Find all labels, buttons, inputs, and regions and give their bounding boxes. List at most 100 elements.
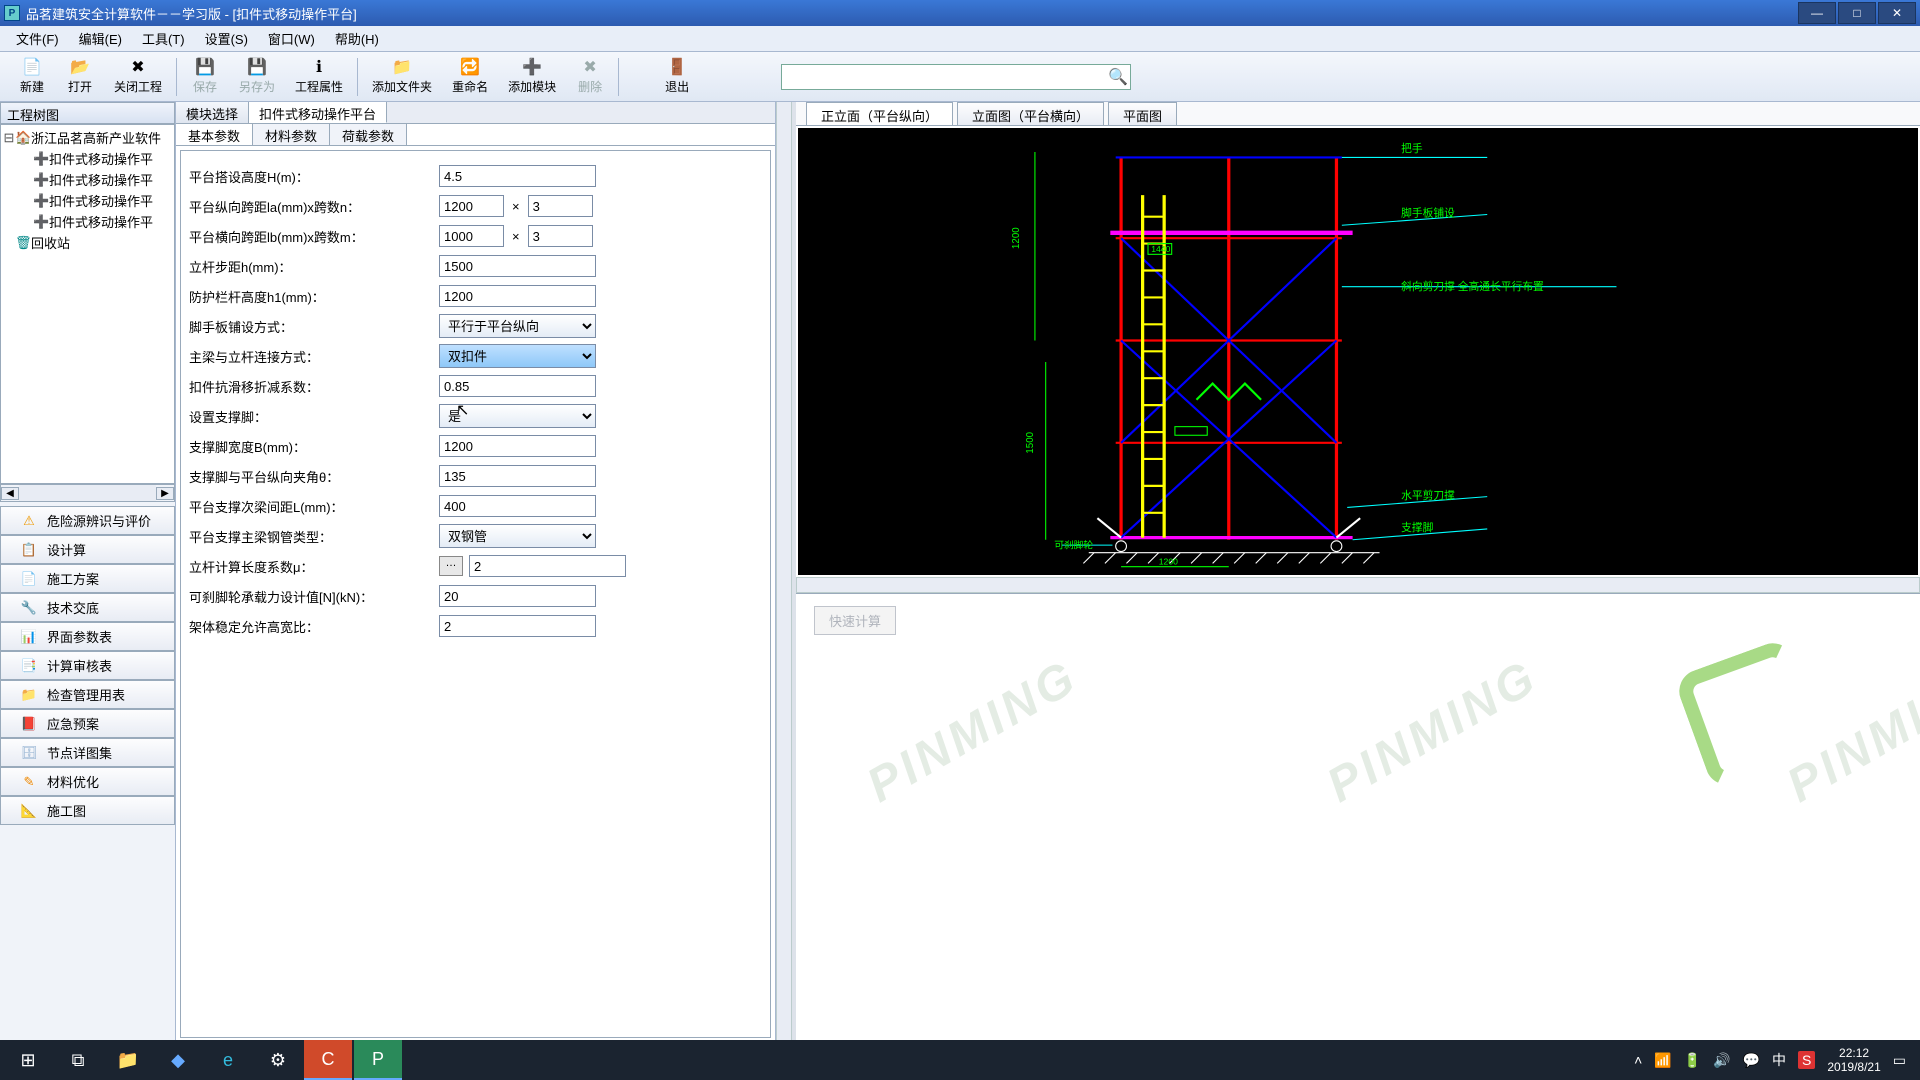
tool-addmod[interactable]: ➕添加模块 [498, 56, 566, 97]
scroll-right-icon[interactable]: ▶ [156, 487, 174, 500]
svg-text:支撑脚: 支撑脚 [1401, 521, 1434, 534]
tab-0[interactable]: 模块选择 [176, 102, 249, 123]
app1-button[interactable]: ◆ [154, 1040, 202, 1080]
select-main-type[interactable]: 双钢管 [439, 524, 596, 548]
tray-notification-icon[interactable]: ▭ [1893, 1052, 1906, 1069]
tool-new[interactable]: 📄新建 [8, 56, 56, 97]
side-应急预案[interactable]: 📕应急预案 [0, 709, 175, 738]
input-span-trans-a[interactable] [439, 225, 504, 247]
open-icon: 📂 [69, 58, 91, 76]
tray-ime-icon[interactable]: 中 [1772, 1050, 1786, 1070]
search-icon[interactable]: 🔍 [1108, 67, 1126, 87]
subtab-1[interactable]: 材料参数 [253, 124, 330, 145]
subtab-0[interactable]: 基本参数 [176, 124, 253, 145]
tool-close[interactable]: ✖关闭工程 [104, 56, 172, 97]
side-计算审核表[interactable]: 📑计算审核表 [0, 651, 175, 680]
side-节点详图集[interactable]: 🗄节点详图集 [0, 738, 175, 767]
settings-button[interactable]: ⚙ [254, 1040, 302, 1080]
input-ratio[interactable] [439, 615, 596, 637]
maximize-button[interactable]: □ [1838, 2, 1876, 24]
tab-1[interactable]: 扣件式移动操作平台 [249, 102, 387, 123]
menu-edit[interactable]: 编辑(E) [69, 26, 132, 51]
side-技术交底[interactable]: 🔧技术交底 [0, 593, 175, 622]
tree-item[interactable]: ➕扣件式移动操作平 [3, 211, 172, 232]
scroll-track[interactable] [19, 485, 156, 501]
pinming-button[interactable]: P [354, 1040, 402, 1080]
label-step: 立杆步距h(mm)： [189, 257, 439, 276]
mu-more-button[interactable]: … [439, 556, 463, 576]
subtab-2[interactable]: 荷载参数 [330, 124, 407, 145]
project-tree[interactable]: ⊟🏠浙江品茗高新产业软件➕扣件式移动操作平➕扣件式移动操作平➕扣件式移动操作平➕… [0, 124, 175, 484]
minimize-button[interactable]: ― [1798, 2, 1836, 24]
tool-open[interactable]: 📂打开 [56, 56, 104, 97]
svg-text:斜向剪刀撑 全高通长平行布置: 斜向剪刀撑 全高通长平行布置 [1401, 280, 1544, 293]
quick-calc-button[interactable]: 快速计算 [814, 606, 896, 635]
input-slip[interactable] [439, 375, 596, 397]
select-board[interactable]: 平行于平台纵向 [439, 314, 596, 338]
saveas-icon: 💾 [246, 58, 268, 76]
start-button[interactable]: ⊞ [4, 1040, 52, 1080]
viewtab-2[interactable]: 平面图 [1108, 102, 1177, 125]
tree-item[interactable]: ➕扣件式移动操作平 [3, 169, 172, 190]
tool-rename[interactable]: 🔁重命名 [442, 56, 498, 97]
side-材料优化[interactable]: ✎材料优化 [0, 767, 175, 796]
input-rail[interactable] [439, 285, 596, 307]
param-form: 平台搭设高度H(m)： 平台纵向跨距la(mm)x跨数n： × 平台横向跨距lb… [180, 150, 771, 1038]
tray-volume-icon[interactable]: 🔊 [1713, 1052, 1730, 1069]
select-beam[interactable]: 双扣件 [439, 344, 596, 368]
menu-file[interactable]: 文件(F) [6, 26, 69, 51]
input-span-trans-m[interactable] [528, 225, 593, 247]
tray-s-icon[interactable]: S [1798, 1051, 1815, 1069]
tree-item[interactable]: ➕扣件式移动操作平 [3, 148, 172, 169]
side-检查管理用表[interactable]: 📁检查管理用表 [0, 680, 175, 709]
tool-addfolder[interactable]: 📁添加文件夹 [362, 56, 442, 97]
input-height[interactable] [439, 165, 596, 187]
input-mu[interactable] [469, 555, 626, 577]
tree-item[interactable]: 🗑回收站 [3, 232, 172, 253]
side-界面参数表[interactable]: 📊界面参数表 [0, 622, 175, 651]
explorer-button[interactable]: 📁 [104, 1040, 152, 1080]
search-input[interactable] [786, 70, 1108, 84]
input-step[interactable] [439, 255, 596, 277]
menu-window[interactable]: 窗口(W) [258, 26, 325, 51]
side-icon: 📋 [19, 542, 39, 558]
input-sub-span[interactable] [439, 495, 596, 517]
edge-button[interactable]: e [204, 1040, 252, 1080]
viewtab-1[interactable]: 立面图（平台横向） [957, 102, 1104, 125]
side-施工方案[interactable]: 📄施工方案 [0, 564, 175, 593]
center-vscroll[interactable] [776, 102, 792, 1042]
drawing-canvas[interactable]: 1200 1500 [798, 128, 1918, 575]
menu-help[interactable]: 帮助(H) [325, 26, 389, 51]
side-设计算[interactable]: 📋设计算 [0, 535, 175, 564]
tool-props[interactable]: ℹ工程属性 [285, 56, 353, 97]
scroll-left-icon[interactable]: ◀ [1, 487, 19, 500]
close-button[interactable]: ✕ [1878, 2, 1916, 24]
menu-tool[interactable]: 工具(T) [132, 26, 195, 51]
tray-battery-icon[interactable]: 🔋 [1684, 1052, 1701, 1069]
search-box[interactable]: 🔍 [781, 64, 1131, 90]
tray-msg-icon[interactable]: 💬 [1743, 1052, 1760, 1069]
tree-item[interactable]: ➕扣件式移动操作平 [3, 190, 172, 211]
input-span-long-n[interactable] [528, 195, 593, 217]
viewtab-0[interactable]: 正立面（平台纵向） [806, 102, 953, 125]
tool-exit[interactable]: 🚪退出 [653, 56, 701, 97]
tree-item[interactable]: ⊟🏠浙江品茗高新产业软件 [3, 127, 172, 148]
canvas-hscroll[interactable] [796, 577, 1920, 593]
select-support-set[interactable]: 是 [439, 404, 596, 428]
taskview-button[interactable]: ⧉ [54, 1040, 102, 1080]
camtasia-button[interactable]: C [304, 1040, 352, 1080]
menu-settings[interactable]: 设置(S) [195, 26, 258, 51]
tree-hscroll[interactable]: ◀ ▶ [0, 484, 175, 502]
clock[interactable]: 22:12 2019/8/21 [1827, 1046, 1880, 1075]
addfolder-icon: 📁 [391, 58, 413, 76]
input-support-ang[interactable] [439, 465, 596, 487]
side-施工图[interactable]: 📐施工图 [0, 796, 175, 825]
label-support-set: 设置支撑脚： [189, 407, 439, 426]
side-危险源辨识与评价[interactable]: ⚠危险源辨识与评价 [0, 506, 175, 535]
input-support-w[interactable] [439, 435, 596, 457]
tray-network-icon[interactable]: 📶 [1654, 1052, 1671, 1069]
label-height: 平台搭设高度H(m)： [189, 167, 439, 186]
tray-up-icon[interactable]: ˄ [1634, 1052, 1642, 1068]
input-span-long-a[interactable] [439, 195, 504, 217]
input-caster[interactable] [439, 585, 596, 607]
